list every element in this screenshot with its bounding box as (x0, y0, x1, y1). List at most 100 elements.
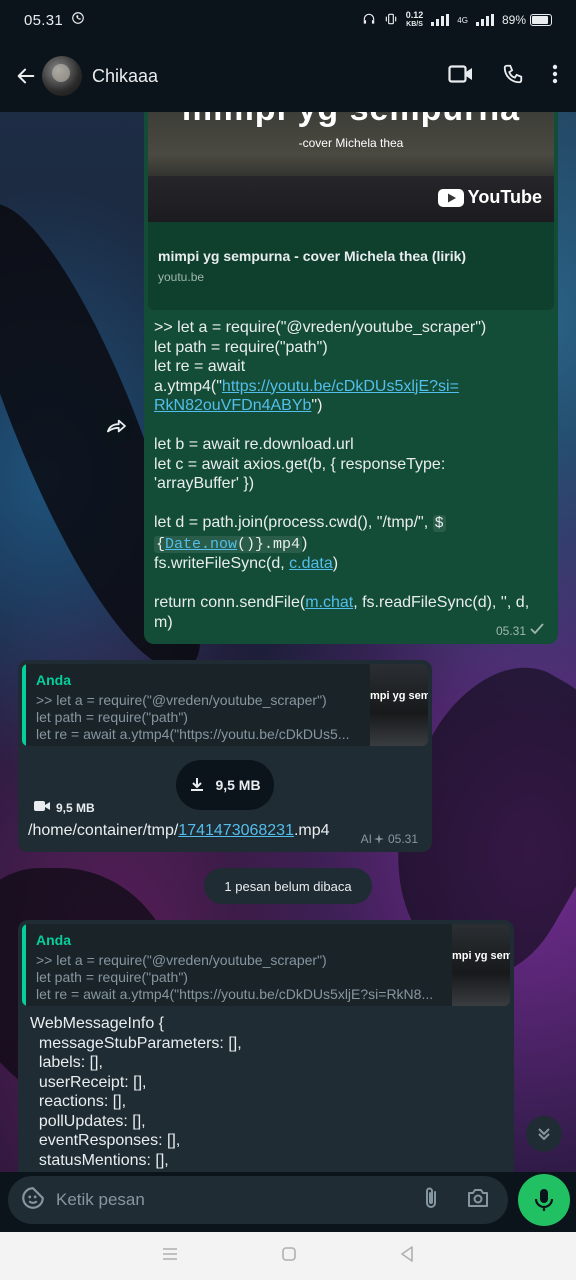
recent-apps-icon[interactable] (162, 1247, 178, 1266)
code-line: labels: [], (30, 1054, 103, 1071)
link-preview-domain: youtu.be (158, 270, 205, 284)
video-caption: /home/container/tmp/1741473068231.mp4 (28, 822, 330, 840)
inline-code-part: ()}.mp4 (237, 535, 301, 553)
code-line: reactions: [], (30, 1093, 127, 1110)
message-line: ") (311, 397, 323, 414)
message-link[interactable]: c.data (289, 555, 333, 572)
code-line: pollUpdates: [], (30, 1112, 146, 1130)
network-type-label: 4G (457, 15, 468, 25)
code-line: userReceipt: [], (30, 1073, 147, 1091)
signal-strength-icon-2 (475, 14, 494, 26)
whatsapp-notification-icon (71, 11, 85, 29)
message-input-container[interactable] (8, 1176, 508, 1224)
double-chevron-down-icon (538, 1128, 550, 1141)
code-line: messageStubParameters: [], (30, 1034, 242, 1052)
message-line: let re = await (154, 358, 246, 375)
incoming-code-message[interactable]: Anda >> let a = require("@vreden/youtube… (18, 920, 514, 1172)
youtube-logo-text: YouTube (467, 187, 542, 207)
outgoing-message-bubble[interactable]: mimpi yg sempurna -cover Michela thea Yo… (144, 108, 558, 644)
battery-percent: 89% (501, 13, 526, 27)
status-bar: 05.31 0.12 KB/S 4G 89% (0, 0, 576, 40)
quoted-line: >> let a = require("@vreden/youtube_scra… (36, 692, 327, 708)
message-time: 05.31 (387, 832, 418, 846)
quoted-sender: Anda (36, 932, 71, 948)
message-line: m) (154, 613, 173, 631)
home-icon[interactable] (282, 1246, 296, 1266)
quoted-thumbnail: mpi yg sempu (370, 664, 428, 746)
battery-indicator: 89% (502, 13, 552, 27)
message-line: 'arrayBuffer' }) (154, 475, 255, 492)
battery-icon (530, 14, 552, 26)
message-text: >> let a = require("@vreden/youtube_scra… (148, 310, 554, 632)
video-call-icon[interactable] (448, 64, 474, 89)
caption-text: /home/container/tmp/ (28, 822, 179, 839)
message-line: let path = require("path") (154, 338, 328, 356)
caption-text: .mp4 (293, 822, 330, 839)
link-preview-thumbnail[interactable]: mimpi yg sempurna -cover Michela thea Yo… (148, 108, 554, 222)
message-link[interactable]: https://youtu.be/cDkDUs5xljE?si= (222, 378, 459, 395)
quoted-sender: Anda (36, 672, 71, 688)
voice-call-icon[interactable] (502, 63, 524, 90)
quoted-line: >> let a = require("@vreden/youtube_scra… (36, 952, 327, 968)
download-button[interactable]: 9,5 MB (176, 760, 274, 810)
caption-link[interactable]: 1741473068231 (178, 822, 294, 839)
back-nav-icon[interactable] (400, 1245, 414, 1267)
youtube-logo: YouTube (437, 187, 542, 208)
incoming-video-message[interactable]: Anda >> let a = require("@vreden/youtube… (18, 660, 432, 852)
video-info: 9,5 MB (34, 800, 95, 815)
attachment-icon[interactable] (422, 1186, 440, 1215)
message-line: >> let a = require("@vreden/youtube_scra… (154, 319, 487, 336)
microphone-icon (534, 1189, 554, 1211)
quoted-message[interactable]: Anda >> let a = require("@vreden/youtube… (22, 664, 428, 746)
more-options-icon[interactable] (552, 64, 558, 89)
inline-code: $ (432, 515, 446, 532)
network-speed-unit: KB/S (406, 21, 423, 28)
quoted-line: let re = await a.ytmp4("https://youtu.be… (36, 726, 350, 742)
message-time: 05.31 (495, 623, 526, 638)
message-input[interactable] (56, 1190, 422, 1210)
youtube-play-icon (437, 188, 464, 207)
system-navigation-bar (0, 1232, 576, 1280)
quoted-line: let path = require("path") (36, 969, 188, 985)
thumbnail-subtitle: -cover Michela thea (298, 136, 404, 150)
sparkle-icon (373, 834, 384, 844)
quoted-line: let re = await a.ytmp4("https://youtu.be… (36, 986, 434, 1002)
contact-name[interactable]: Chikaaa (92, 66, 158, 87)
message-text: WebMessageInfo { messageStubParameters: … (22, 1006, 510, 1170)
contact-avatar[interactable] (42, 56, 82, 96)
network-speed: 0.12 KB/S (406, 10, 424, 30)
inline-code-part: { (156, 535, 166, 553)
code-line: WebMessageInfo { (30, 1015, 165, 1032)
message-line: ) (332, 555, 339, 572)
download-icon (189, 776, 205, 795)
quoted-thumbnail-text: mpi yg sempu (370, 690, 428, 703)
code-line: statusMentions: [], (30, 1151, 169, 1169)
status-time: 05.31 (24, 11, 64, 29)
download-size: 9,5 MB (215, 777, 261, 793)
ai-label: AI (360, 832, 372, 846)
message-line: let d = path.join(process.cwd(), "/tmp/"… (154, 514, 433, 531)
whatsapp-chat-screen: 05.31 0.12 KB/S 4G 89% Chikaaa mimpi yg … (0, 0, 576, 1280)
message-line: return conn.sendFile( (154, 594, 306, 611)
message-link[interactable]: RkN82ouVFDn4ABYb (154, 397, 311, 414)
forward-button[interactable] (98, 408, 134, 444)
message-meta: AI 05.31 (361, 832, 418, 846)
network-speed-value: 0.12 (405, 10, 424, 20)
single-check-icon (530, 623, 544, 638)
video-camera-icon (34, 800, 50, 815)
inline-code: {Date.now()}.mp4 (154, 535, 303, 553)
quoted-line: let path = require("path") (36, 709, 188, 725)
link-preview-meta[interactable]: mimpi yg sempurna - cover Michela thea (… (148, 222, 554, 310)
headphones-icon (362, 12, 376, 29)
scroll-to-bottom-button[interactable] (526, 1116, 562, 1152)
message-link[interactable]: m.chat (305, 594, 353, 611)
voice-message-button[interactable] (518, 1174, 570, 1226)
chat-messages-area[interactable]: mimpi yg sempurna -cover Michela thea Yo… (0, 108, 576, 1172)
sticker-icon[interactable] (20, 1185, 46, 1216)
back-arrow-icon[interactable] (12, 62, 40, 90)
quoted-thumbnail: mpi yg sempu (452, 924, 510, 1006)
unread-messages-banner: 1 pesan belum dibaca (204, 868, 372, 904)
message-link[interactable]: Date.now (165, 536, 237, 553)
quoted-message[interactable]: Anda >> let a = require("@vreden/youtube… (22, 924, 510, 1006)
camera-icon[interactable] (466, 1187, 490, 1214)
